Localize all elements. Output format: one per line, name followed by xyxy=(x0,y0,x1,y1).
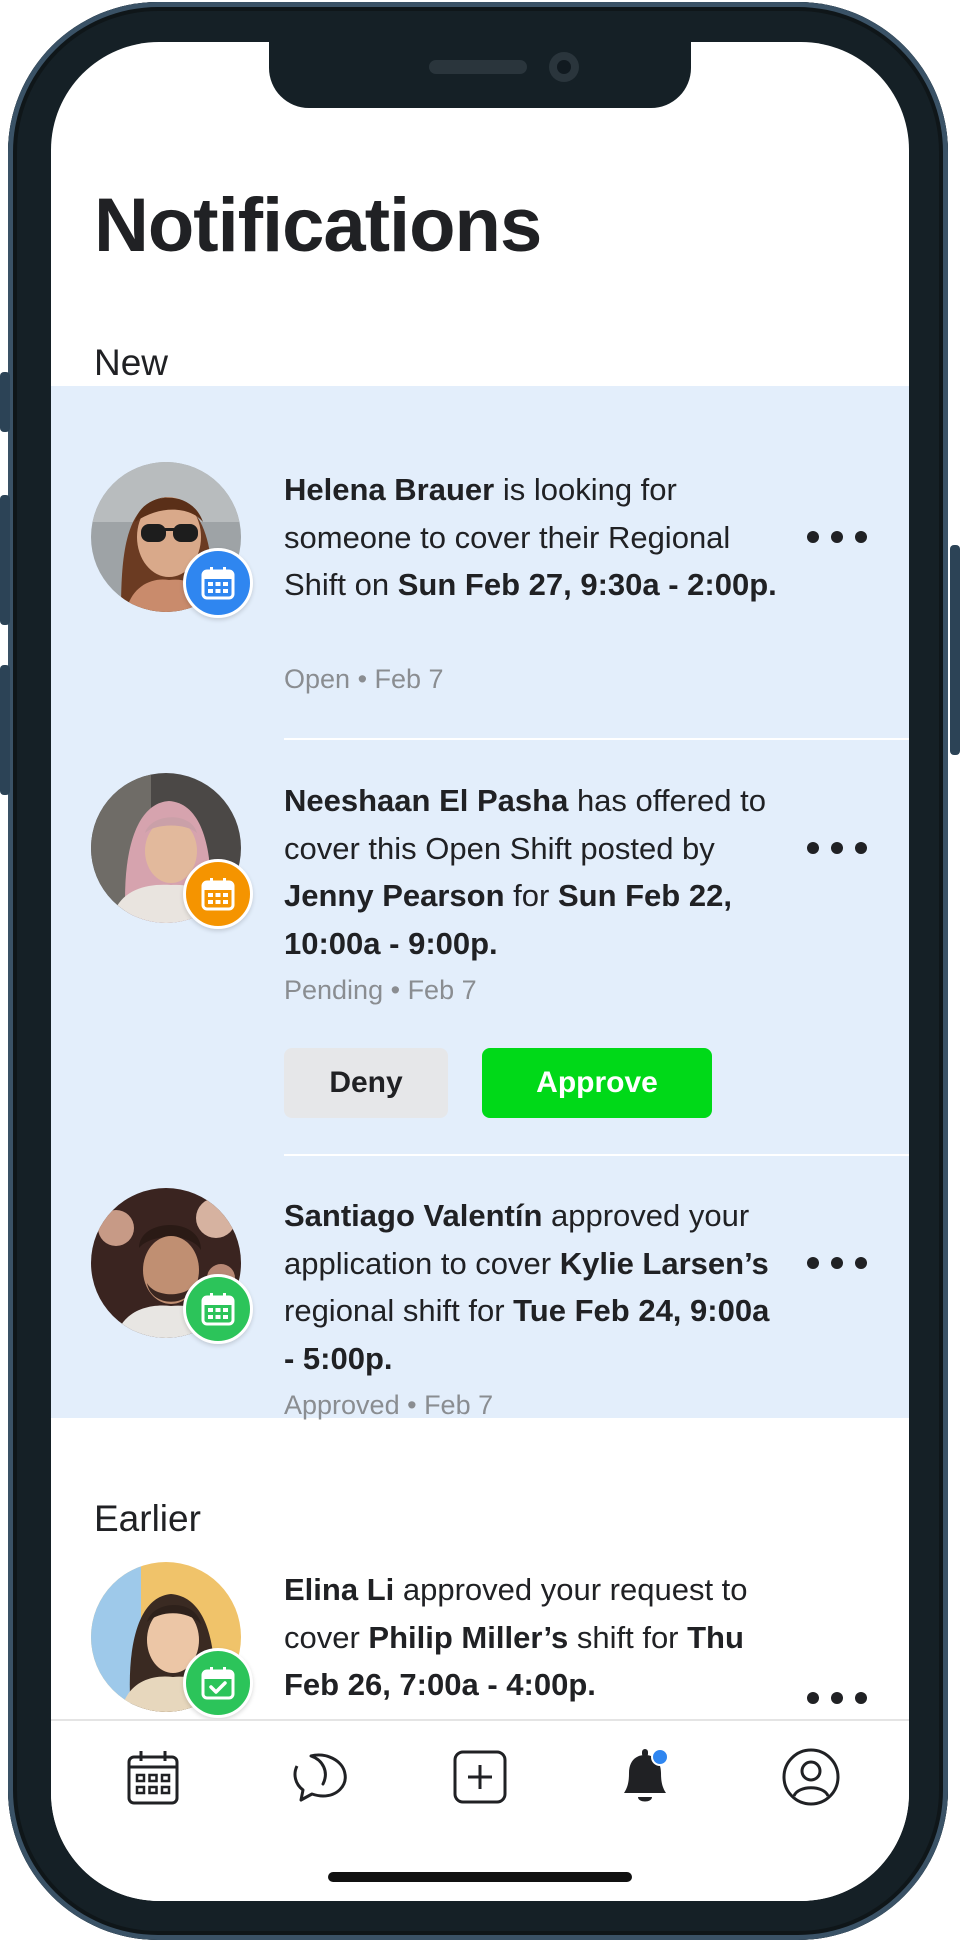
calendar-icon xyxy=(201,1293,235,1326)
person-name: Elina Li xyxy=(284,1572,395,1607)
more-options-button[interactable] xyxy=(807,1248,867,1278)
app-screen: Notifications New Helena Brauer is looki… xyxy=(51,42,909,1901)
shift-time: Sun Feb 27, 9:30a - 2:00p. xyxy=(397,567,777,602)
poster-name: Philip Miller’s xyxy=(368,1619,569,1655)
deny-button[interactable]: Deny xyxy=(284,1048,448,1118)
person-name: Neeshaan El Pasha xyxy=(284,783,569,818)
avatar xyxy=(91,773,253,929)
chat-icon xyxy=(293,1753,347,1802)
notification-text: Helena Brauer is looking for someone to … xyxy=(284,472,777,602)
divider xyxy=(284,738,909,740)
notification-text: Santiago Valentín approved your applicat… xyxy=(284,1198,770,1376)
notification-text: Elina Li approved your request to cover … xyxy=(284,1572,748,1702)
status-label: Pending xyxy=(284,975,384,1005)
more-options-button[interactable] xyxy=(807,833,867,863)
phone-notch xyxy=(269,42,691,108)
tab-add[interactable] xyxy=(448,1745,512,1809)
date-label: Feb 7 xyxy=(407,975,477,1005)
phone-volume-up xyxy=(0,495,10,625)
notification-meta: Approved • Feb 7 xyxy=(284,1390,494,1420)
notification-meta: Pending • Feb 7 xyxy=(284,975,477,1005)
more-options-button[interactable] xyxy=(807,1683,867,1713)
more-options-button[interactable] xyxy=(807,522,867,552)
avatar xyxy=(91,462,253,618)
bell-icon xyxy=(624,1748,669,1802)
notification-meta: Open • Feb 7 xyxy=(284,664,444,694)
badge-calendar xyxy=(183,548,253,618)
section-new-label: New xyxy=(94,342,169,383)
calendar-check-icon xyxy=(201,1667,235,1700)
page-title: Notifications xyxy=(94,183,542,268)
tab-schedule[interactable] xyxy=(121,1745,185,1809)
badge-calendar-check xyxy=(183,1648,253,1718)
phone-side-button xyxy=(0,372,10,432)
tab-profile[interactable] xyxy=(779,1745,843,1809)
divider xyxy=(284,1154,909,1156)
badge-calendar xyxy=(183,859,253,929)
tab-notifications[interactable] xyxy=(613,1745,677,1809)
speaker-grille xyxy=(429,60,527,74)
calendar-icon xyxy=(201,878,235,911)
phone-volume-down xyxy=(0,665,10,795)
calendar-icon xyxy=(201,567,235,600)
notification-text: Neeshaan El Pasha has offered to cover t… xyxy=(284,783,766,961)
person-name: Helena Brauer xyxy=(284,472,495,507)
badge-calendar xyxy=(183,1274,253,1344)
date-label: Feb 7 xyxy=(374,664,444,694)
section-earlier-label: Earlier xyxy=(94,1498,201,1539)
poster-name: Jenny Pearson xyxy=(284,878,505,913)
calendar-icon xyxy=(127,1751,179,1805)
person-name: Santiago Valentín xyxy=(284,1198,543,1233)
poster-name: Kylie Larsen’s xyxy=(559,1245,769,1281)
home-indicator xyxy=(328,1872,632,1882)
status-label: Open xyxy=(284,664,351,694)
profile-icon xyxy=(782,1748,840,1806)
phone-power-button xyxy=(950,545,960,755)
approve-button[interactable]: Approve xyxy=(482,1048,712,1118)
add-icon xyxy=(453,1750,507,1804)
tab-messages[interactable] xyxy=(287,1745,351,1809)
date-label: Feb 7 xyxy=(424,1390,494,1420)
avatar xyxy=(91,1562,253,1718)
avatar xyxy=(91,1188,253,1344)
status-label: Approved xyxy=(284,1390,400,1420)
front-camera xyxy=(549,52,579,82)
